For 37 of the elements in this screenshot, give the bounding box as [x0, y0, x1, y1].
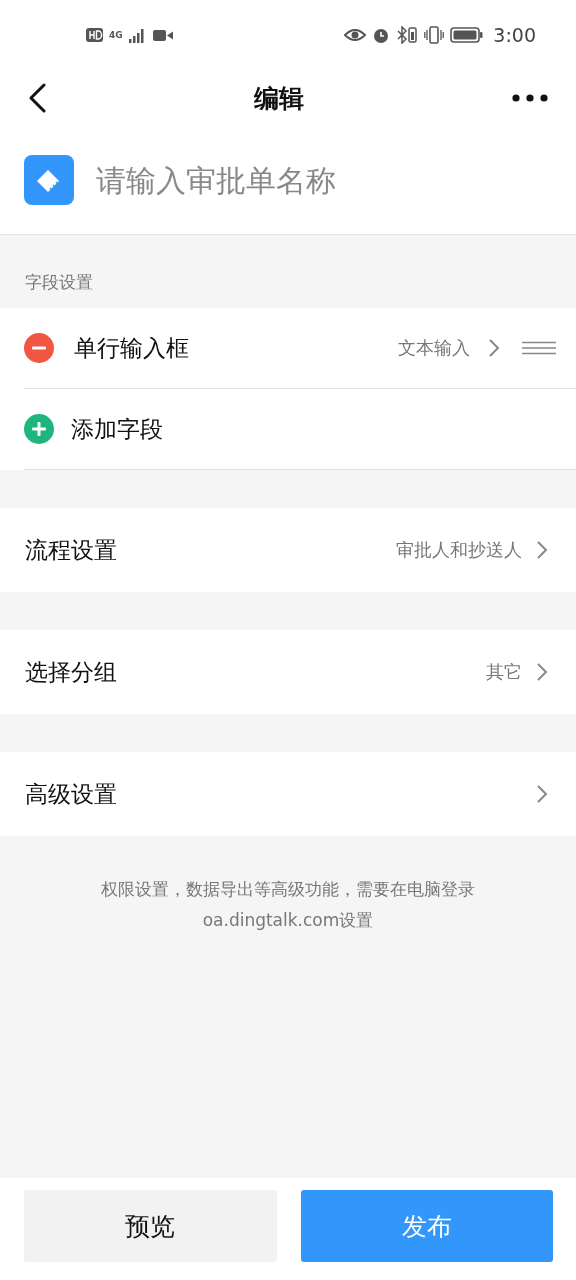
eye-icon: [344, 28, 367, 42]
field-type[interactable]: 文本输入: [398, 336, 470, 360]
form-icon: [24, 155, 74, 205]
settings-label: 高级设置: [25, 779, 118, 809]
add-icon[interactable]: [24, 414, 54, 444]
settings-value: 审批人和抄送人: [396, 538, 522, 562]
settings-row[interactable]: 选择分组 其它: [0, 630, 576, 714]
bluetooth-icon: [396, 26, 419, 44]
more-icon[interactable]: [512, 94, 548, 102]
page-title: 编辑: [254, 82, 304, 115]
chevron-icon: [536, 662, 548, 682]
signal-icon: [128, 27, 147, 43]
battery-icon: [450, 27, 484, 43]
chevron-icon: [536, 540, 548, 560]
field-label[interactable]: 单行输入框: [74, 332, 398, 364]
settings-value: 其它: [486, 660, 522, 684]
camera-icon: [152, 28, 173, 42]
settings-row[interactable]: 流程设置 审批人和抄送人: [0, 508, 576, 592]
chevron-icon: [536, 784, 548, 804]
hd-icon: [86, 28, 103, 42]
settings-label: 流程设置: [25, 535, 118, 565]
preview-button[interactable]: 预览: [24, 1190, 277, 1262]
name-field[interactable]: 请输入审批单名称: [94, 161, 518, 199]
vibrate-icon: [424, 26, 445, 44]
drag-handle-icon[interactable]: [522, 341, 556, 355]
alarm-icon: [372, 26, 391, 44]
add-field-link[interactable]: 添加字段: [71, 413, 576, 445]
note-text: oa.dingtalk.com设置: [202, 909, 374, 932]
status-time: 3:00: [493, 24, 536, 46]
chevron-icon: [488, 338, 500, 358]
settings-label: 选择分组: [25, 657, 118, 687]
note-text: 权限设置，数据导出等高级功能，需要在电脑登录: [101, 878, 475, 901]
settings-row[interactable]: 高级设置: [0, 752, 576, 836]
section-label: 字段设置: [25, 271, 93, 294]
network-label: 4G: [109, 30, 123, 40]
remove-icon[interactable]: [24, 333, 54, 363]
back-icon[interactable]: [28, 83, 46, 113]
